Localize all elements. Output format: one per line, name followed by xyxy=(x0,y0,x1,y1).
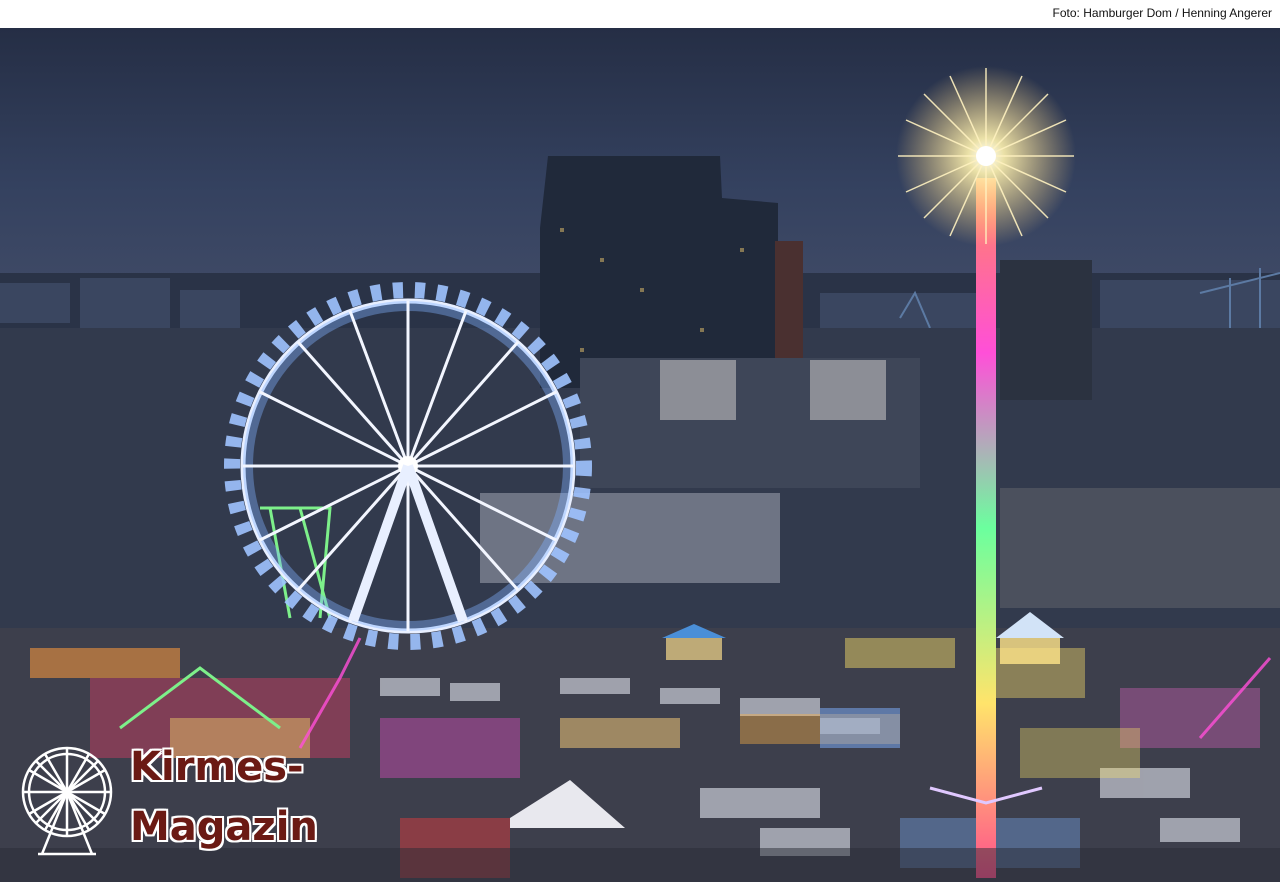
kirmes-magazin-logo: Kirmes- Magazin xyxy=(12,742,352,870)
right-office-tower xyxy=(1000,260,1092,400)
photo-credit: Foto: Hamburger Dom / Henning Angerer xyxy=(1052,6,1272,20)
logo-text-magazin: Magazin xyxy=(130,804,318,850)
logo-text-kirmes: Kirmes- xyxy=(130,744,304,790)
office-facade-1 xyxy=(660,360,736,420)
credit-bar: Foto: Hamburger Dom / Henning Angerer xyxy=(0,0,1280,28)
ferris-wheel-icon xyxy=(21,746,113,856)
page: Foto: Hamburger Dom / Henning Angerer Ki… xyxy=(0,0,1280,882)
right-buildings xyxy=(1000,488,1280,608)
office-facade-2 xyxy=(810,360,886,420)
